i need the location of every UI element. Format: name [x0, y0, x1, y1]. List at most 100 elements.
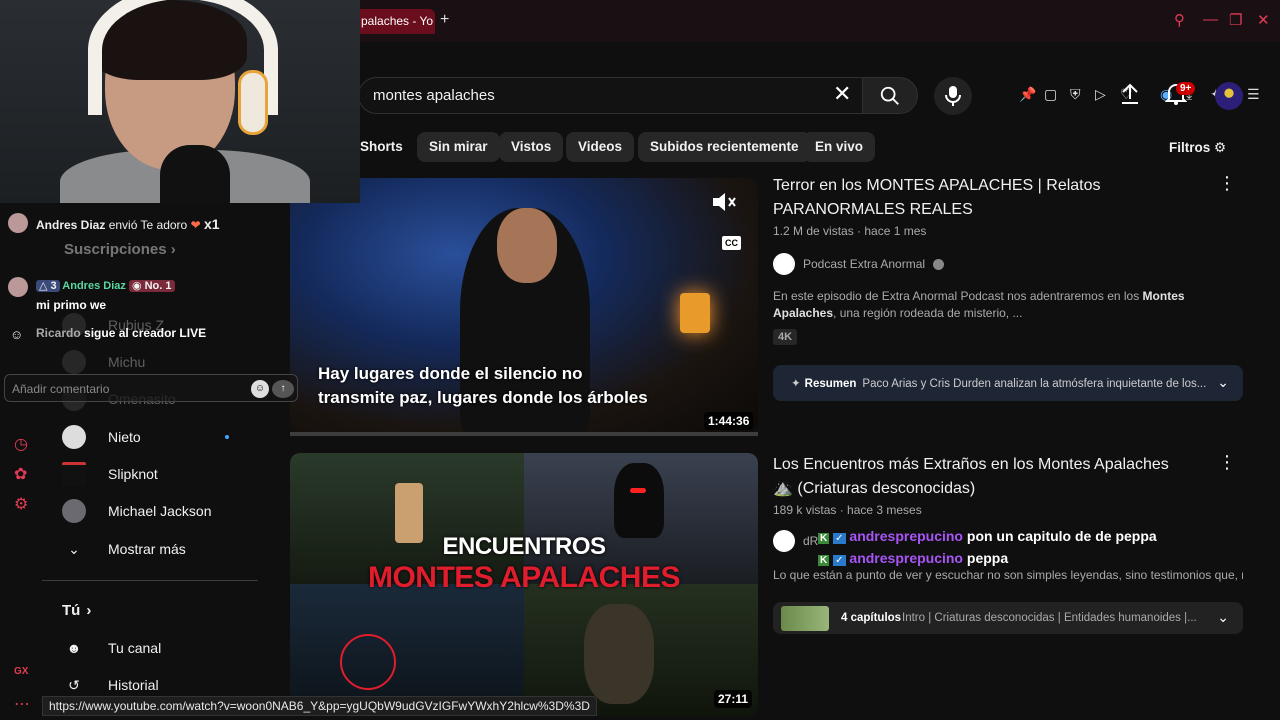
thumbnail-title-line2: MONTES APALACHES: [367, 561, 681, 594]
rank-badge: ◉ No. 1: [128, 280, 175, 292]
filters-label: Filtros: [1169, 140, 1211, 155]
video-progress-bar[interactable]: [290, 432, 758, 436]
channel-avatar[interactable]: [773, 253, 795, 275]
sidebar-sub-nieto[interactable]: Nieto: [62, 425, 141, 449]
follow-icon: ☺: [10, 327, 24, 342]
video-meta: 1.2 M de vistas · hace 1 mes: [773, 224, 927, 238]
video-title[interactable]: Los Encuentros más Extraños en los Monte…: [773, 453, 1193, 501]
beast-shape: [584, 604, 654, 704]
video-title[interactable]: Terror en los MONTES APALACHES | Relatos…: [773, 174, 1193, 222]
account-avatar[interactable]: [1215, 82, 1243, 110]
thumbnail-face: [497, 208, 557, 283]
sparkle-icon: ✦: [791, 378, 801, 390]
tab-title: palaches - Yo: [361, 14, 434, 28]
more-options-icon[interactable]: ⋮: [1218, 452, 1236, 473]
search-input[interactable]: montes apalaches: [358, 77, 866, 114]
sidebar-item-history[interactable]: ↺ Historial: [62, 673, 159, 697]
channel-name[interactable]: dR: [803, 534, 818, 548]
chapters-text: Intro | Criaturas desconocidas | Entidad…: [902, 612, 1197, 624]
user-icon: ☻: [66, 640, 82, 656]
sidebar-item-your-channel[interactable]: ☻ Tu canal: [62, 636, 162, 660]
you-label: Tú: [62, 601, 81, 619]
chat-badge-icon: K: [818, 533, 830, 544]
sidebar-divider: [42, 580, 258, 581]
gx-icon[interactable]: GX: [14, 666, 28, 677]
clock-icon[interactable]: ◷: [14, 434, 28, 454]
show-more-button[interactable]: ⌄ Mostrar más: [62, 537, 186, 561]
chevron-right-icon: ›: [86, 601, 92, 619]
webcam-overlay: [0, 0, 360, 203]
new-tab-button[interactable]: +: [440, 11, 449, 29]
channel-row[interactable]: dR: [773, 530, 818, 552]
search-icon: [880, 86, 899, 105]
clear-search-icon[interactable]: ✕: [833, 83, 851, 105]
video-duration: 1:44:36: [704, 412, 754, 430]
you-section-heading[interactable]: Tú ›: [62, 598, 91, 622]
chapter-thumbnail: [781, 606, 829, 631]
desc-part: , una región rodeada de misterio, ...: [833, 306, 1023, 320]
chat-text: sigue al creador LIVE: [84, 326, 207, 340]
minimize-icon[interactable]: —: [1203, 11, 1218, 28]
search-query: montes apalaches: [373, 87, 495, 104]
puzzle-icon[interactable]: ✿: [14, 464, 27, 484]
shield-icon[interactable]: ⛨: [1070, 86, 1081, 103]
notifications-badge: 9+: [1176, 82, 1196, 95]
chat-badge-icon: K: [818, 555, 830, 566]
history-label: Historial: [108, 677, 159, 693]
sidebar-sub-michael-jackson[interactable]: Michael Jackson: [62, 499, 212, 523]
send-icon[interactable]: ↑: [272, 380, 294, 398]
sub-name: Slipknot: [108, 466, 158, 482]
chat-badge-icon: ✓: [833, 555, 846, 566]
sub-name: Michael Jackson: [108, 503, 212, 519]
sidebar-sub-slipknot[interactable]: Slipknot: [62, 462, 158, 486]
more-options-icon[interactable]: ⋮: [1218, 173, 1236, 194]
chevron-down-icon[interactable]: ⌄: [1217, 374, 1229, 391]
new-content-dot: [225, 435, 229, 439]
chat-message-header: △ 3 Andres Diaz ◉ No. 1: [36, 279, 175, 292]
channel-name[interactable]: Podcast Extra Anormal: [803, 257, 925, 271]
filters-button[interactable]: Filtros ⚙: [1169, 140, 1226, 156]
status-url: https://www.youtube.com/watch?v=woon0NAB…: [42, 696, 597, 716]
video-description: En este episodio de Extra Anormal Podcas…: [773, 288, 1243, 322]
chip-videos[interactable]: Videos: [566, 132, 635, 162]
avatar: [62, 462, 86, 486]
cc-icon[interactable]: CC: [722, 236, 741, 250]
follow-message: Ricardo sigue al creador LIVE: [36, 326, 206, 340]
avatar: [62, 499, 86, 523]
video-meta: 189 k vistas · hace 3 meses: [773, 503, 922, 517]
more-dots-icon[interactable]: ⋯: [14, 694, 30, 714]
search-button[interactable]: [862, 77, 918, 114]
upload-icon[interactable]: [1119, 82, 1141, 106]
summary-text: Paco Arias y Cris Durden analizan la atm…: [862, 378, 1207, 390]
overlay-chat-user: andresprepucino: [849, 528, 963, 544]
emoji-icon[interactable]: ☺: [251, 380, 269, 398]
voice-search-button[interactable]: [934, 77, 972, 115]
mute-icon[interactable]: [710, 190, 738, 214]
browser-search-icon[interactable]: ⚲: [1174, 11, 1185, 29]
overlay-chat-user: andresprepucino: [849, 550, 963, 566]
browser-tab[interactable]: palaches - Yo: [355, 9, 435, 34]
menu-icon[interactable]: ☰: [1247, 86, 1260, 103]
video-thumbnail[interactable]: ENCUENTROS MONTES APALACHES 27:11: [290, 453, 758, 716]
pin-icon[interactable]: 📌: [1019, 86, 1036, 103]
chip-vistos[interactable]: Vistos: [499, 132, 564, 162]
close-window-icon[interactable]: ✕: [1257, 11, 1270, 29]
channel-avatar[interactable]: [773, 530, 795, 552]
settings-icon[interactable]: ⚙: [14, 494, 28, 514]
channel-row[interactable]: Podcast Extra Anormal: [773, 253, 945, 275]
mic-icon: [945, 86, 961, 106]
chip-sin-mirar[interactable]: Sin mirar: [417, 132, 500, 162]
gift-count: x1: [203, 216, 220, 232]
chevron-down-icon[interactable]: ⌄: [1217, 609, 1229, 626]
chip-subidos-recientemente[interactable]: Subidos recientemente: [638, 132, 811, 162]
your-channel-label: Tu canal: [108, 640, 162, 656]
chip-en-vivo[interactable]: En vivo: [803, 132, 876, 162]
play-icon[interactable]: ▷: [1095, 86, 1106, 103]
screenshot-icon[interactable]: ▢: [1044, 86, 1057, 103]
chapters-bar[interactable]: 4 capítulos Intro | Criaturas desconocid…: [773, 602, 1243, 634]
thumbnail-title-line1: ENCUENTROS: [442, 533, 606, 560]
restore-icon[interactable]: ❐: [1229, 11, 1242, 29]
gift-icon: ❤: [190, 218, 201, 232]
ai-summary-bar[interactable]: ✦ Resumen Paco Arias y Cris Durden analiza…: [773, 365, 1243, 401]
avatar: [62, 425, 86, 449]
